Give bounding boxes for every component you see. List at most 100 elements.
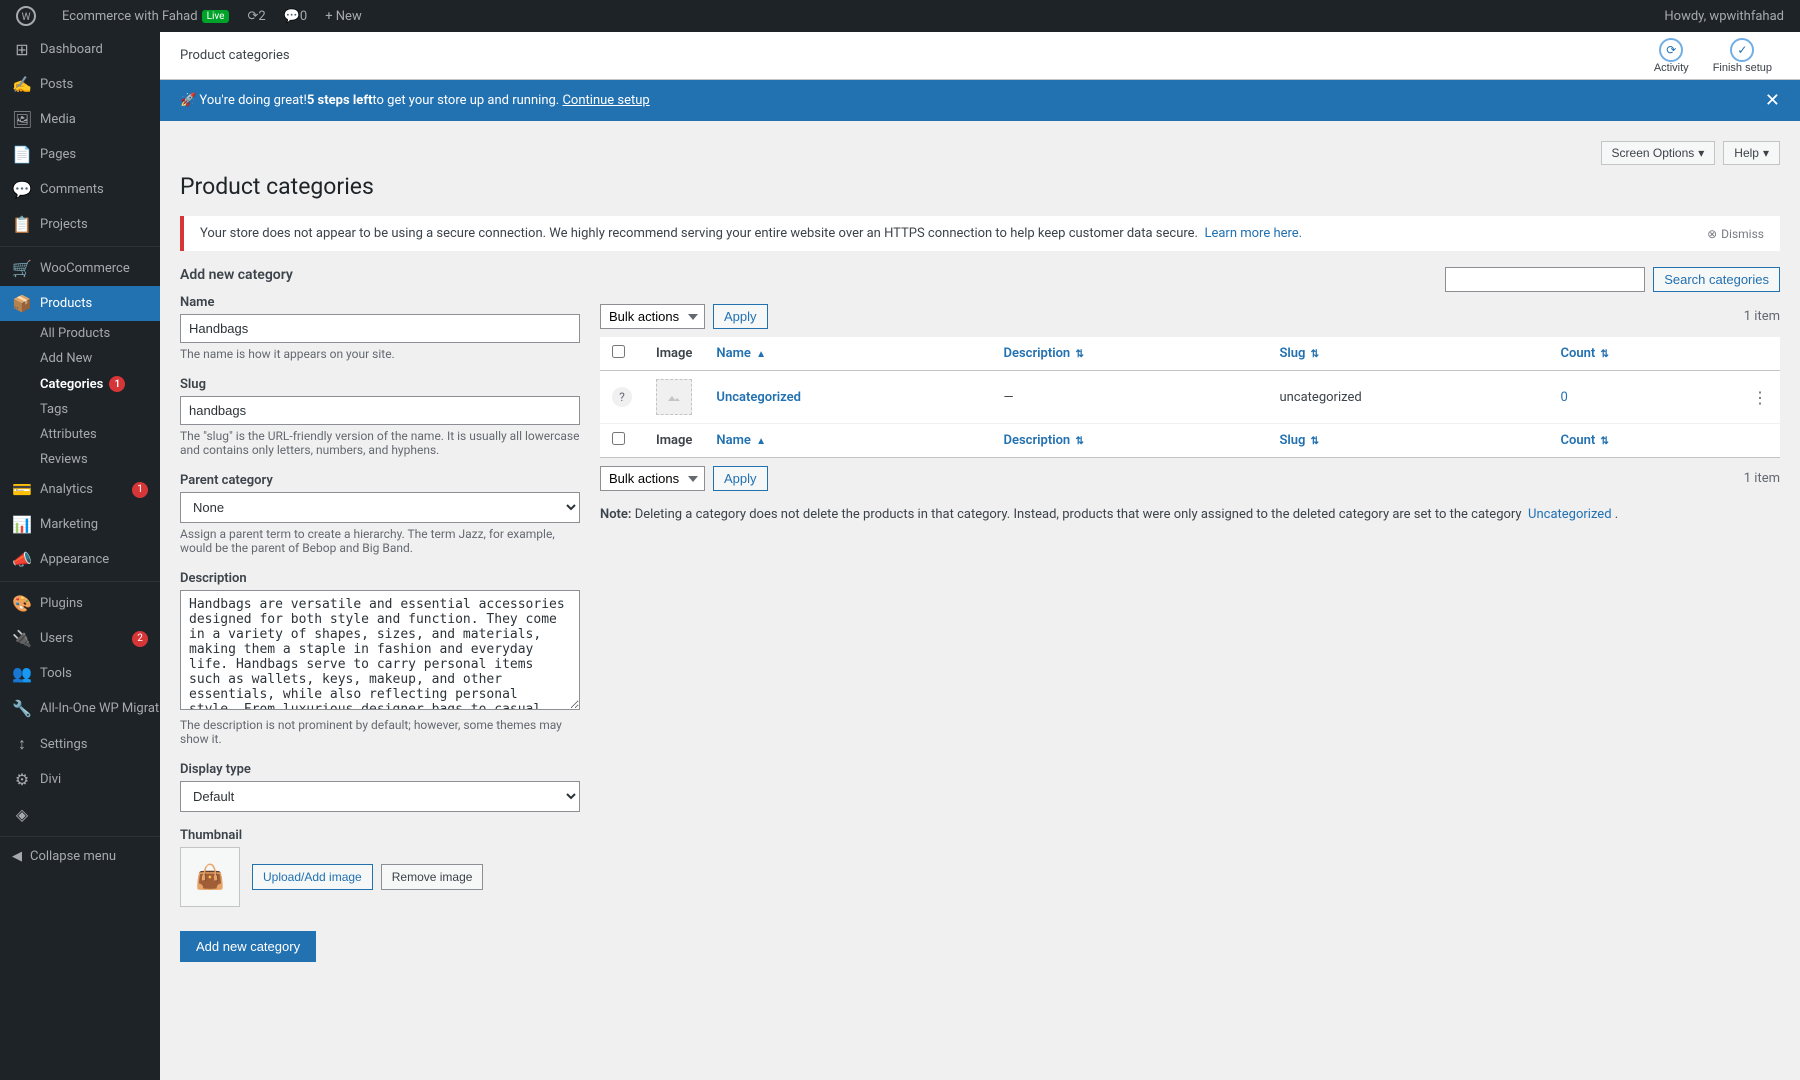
- thumbnail-buttons: Upload/Add image Remove image: [252, 864, 483, 890]
- sidebar-item-users[interactable]: 👥 Tools: [0, 656, 160, 691]
- sidebar-subitem-attributes[interactable]: Attributes: [0, 422, 160, 447]
- sidebar-item-analytics[interactable]: 📊 Marketing: [0, 507, 160, 542]
- table-header-name[interactable]: Name ▲: [704, 337, 991, 371]
- search-categories-input[interactable]: [1445, 267, 1645, 292]
- screen-options-button[interactable]: Screen Options ▾: [1601, 141, 1716, 165]
- table-header-description[interactable]: Description ⇅: [992, 337, 1268, 371]
- help-button[interactable]: Help ▾: [1723, 141, 1780, 165]
- sidebar-item-settings[interactable]: ⚙ Divi: [0, 762, 160, 797]
- upload-image-button[interactable]: Upload/Add image: [252, 864, 373, 890]
- sidebar-item-appearance[interactable]: 🎨 Plugins: [0, 586, 160, 621]
- table-footer-description[interactable]: Description ⇅: [992, 424, 1268, 458]
- table-header-drag: [1740, 337, 1780, 371]
- activity-button[interactable]: ⟳ Activity: [1646, 34, 1697, 78]
- note-text: Deleting a category does not delete the …: [635, 507, 1522, 522]
- sidebar-subitem-add-new[interactable]: Add New: [0, 346, 160, 371]
- adminbar-comments[interactable]: 💬 0: [276, 0, 316, 32]
- sidebar-item-projects[interactable]: 📋 Projects: [0, 207, 160, 242]
- parent-label: Parent category: [180, 473, 580, 488]
- sidebar-item-plugins[interactable]: 🔌 Users 2: [0, 621, 160, 656]
- dismiss-notice-button[interactable]: ⊗ Dismiss: [1707, 227, 1764, 241]
- sidebar-item-media[interactable]: 🖼 Media: [0, 102, 160, 137]
- slug-input[interactable]: [180, 396, 580, 425]
- svg-text:W: W: [22, 12, 31, 23]
- activity-icon: ⟳: [1659, 38, 1683, 62]
- sidebar-item-products[interactable]: 📦 Products: [0, 286, 160, 321]
- sidebar-item-posts[interactable]: ✍ Posts: [0, 67, 160, 102]
- breadcrumb: Product categories: [180, 48, 290, 63]
- page-header-bar: Product categories ⟳ Activity ✓ Finish s…: [160, 32, 1800, 80]
- sidebar-item-divi[interactable]: ◈: [0, 797, 160, 832]
- row-name-cell: Uncategorized: [704, 371, 991, 424]
- adminbar-howdy[interactable]: Howdy, wpwithfahad: [1656, 0, 1792, 32]
- description-textarea[interactable]: Handbags are versatile and essential acc…: [180, 590, 580, 710]
- row-image-placeholder: [656, 379, 692, 415]
- apply-button-top[interactable]: Apply: [713, 304, 768, 329]
- table-footer-slug[interactable]: Slug ⇅: [1267, 424, 1548, 458]
- dismiss-icon: ⊗: [1707, 227, 1717, 241]
- sidebar-item-tools[interactable]: 🔧 All-In-One WP Migration: [0, 691, 160, 726]
- display-type-select[interactable]: Default Products Subcategories Both: [180, 781, 580, 812]
- sidebar-subitem-reviews[interactable]: Reviews: [0, 447, 160, 472]
- bulk-actions-select-bottom[interactable]: Bulk actions: [600, 466, 705, 491]
- name-label: Name: [180, 295, 580, 310]
- table-row: ? Uncategorized: [600, 371, 1780, 424]
- users-icon: 👥: [12, 664, 32, 683]
- collapse-menu-btn[interactable]: ◀ Collapse menu: [0, 841, 160, 872]
- parent-select[interactable]: None: [180, 492, 580, 523]
- notification-close-button[interactable]: ✕: [1765, 90, 1780, 111]
- search-categories-button[interactable]: Search categories: [1653, 267, 1780, 292]
- row-question-icon[interactable]: ?: [612, 387, 632, 407]
- finish-setup-button[interactable]: ✓ Finish setup: [1705, 34, 1780, 78]
- sidebar-item-woocommerce[interactable]: 🛒 WooCommerce: [0, 251, 160, 286]
- category-name-link[interactable]: Uncategorized: [716, 390, 801, 405]
- learn-more-link[interactable]: Learn more here.: [1204, 226, 1302, 241]
- sidebar-subitem-categories[interactable]: Categories 1: [0, 371, 160, 397]
- select-all-checkbox[interactable]: [612, 345, 625, 358]
- apply-button-bottom[interactable]: Apply: [713, 466, 768, 491]
- select-all-checkbox-bottom[interactable]: [612, 432, 625, 445]
- table-header-slug[interactable]: Slug ⇅: [1267, 337, 1548, 371]
- sidebar-subitem-tags[interactable]: Tags: [0, 397, 160, 422]
- sidebar-item-marketing[interactable]: 📣 Appearance: [0, 542, 160, 577]
- adminbar-new[interactable]: + New: [317, 0, 370, 32]
- name-input[interactable]: [180, 314, 580, 343]
- thumbnail-field-group: Thumbnail 👜 Upload/Add image Remove imag…: [180, 828, 580, 907]
- bottom-table-actions: Bulk actions Apply 1 item: [600, 466, 1780, 491]
- sidebar-subitem-all-products[interactable]: All Products: [0, 321, 160, 346]
- sidebar-item-aio[interactable]: ↕ Settings: [0, 726, 160, 762]
- remove-image-button[interactable]: Remove image: [381, 864, 484, 890]
- analytics-icon: 📊: [12, 515, 32, 534]
- screen-options-bar: Screen Options ▾ Help ▾: [180, 141, 1780, 165]
- collapse-arrow-icon: ◀: [12, 849, 22, 864]
- bulk-actions-select-top[interactable]: Bulk actions: [600, 304, 705, 329]
- sidebar-item-comments[interactable]: 💬 Comments: [0, 172, 160, 207]
- adminbar-wp-logo[interactable]: W: [8, 0, 52, 32]
- continue-setup-link[interactable]: Continue setup: [562, 93, 649, 108]
- slug-sort-icon: ⇅: [1311, 349, 1319, 360]
- sidebar-item-payments[interactable]: 💳 Analytics 1: [0, 472, 160, 507]
- count-link[interactable]: 0: [1561, 390, 1568, 405]
- categories-table-area: Search categories Bulk actions Apply 1 i…: [600, 267, 1780, 962]
- row-image-cell: [644, 371, 704, 424]
- sidebar-item-pages[interactable]: 📄 Pages: [0, 137, 160, 172]
- divi-icon: ◈: [12, 805, 32, 824]
- adminbar-site-name[interactable]: Ecommerce with Fahad Live: [54, 0, 237, 32]
- footer-count-sort-icon: ⇅: [1600, 436, 1608, 447]
- adminbar-updates[interactable]: ⟳ 2: [239, 0, 273, 32]
- drag-handle-icon[interactable]: ⋮: [1752, 388, 1768, 407]
- sidebar-item-dashboard[interactable]: ⊞ Dashboard: [0, 32, 160, 67]
- uncategorized-link[interactable]: Uncategorized: [1528, 507, 1611, 522]
- table-footer-name[interactable]: Name ▲: [704, 424, 991, 458]
- table-footer-count[interactable]: Count ⇅: [1549, 424, 1741, 458]
- item-count-top: 1 item: [1744, 309, 1780, 324]
- item-count-bottom: 1 item: [1744, 471, 1780, 486]
- display-type-field-group: Display type Default Products Subcategor…: [180, 762, 580, 812]
- table-header-count[interactable]: Count ⇅: [1549, 337, 1741, 371]
- add-new-category-button[interactable]: Add new category: [180, 931, 316, 962]
- slug-label: Slug: [180, 377, 580, 392]
- two-col-layout: Add new category Name The name is how it…: [180, 267, 1780, 962]
- top-table-actions: Bulk actions Apply 1 item: [600, 304, 1780, 329]
- projects-icon: 📋: [12, 215, 32, 234]
- notification-bold: 5 steps left: [307, 93, 373, 108]
